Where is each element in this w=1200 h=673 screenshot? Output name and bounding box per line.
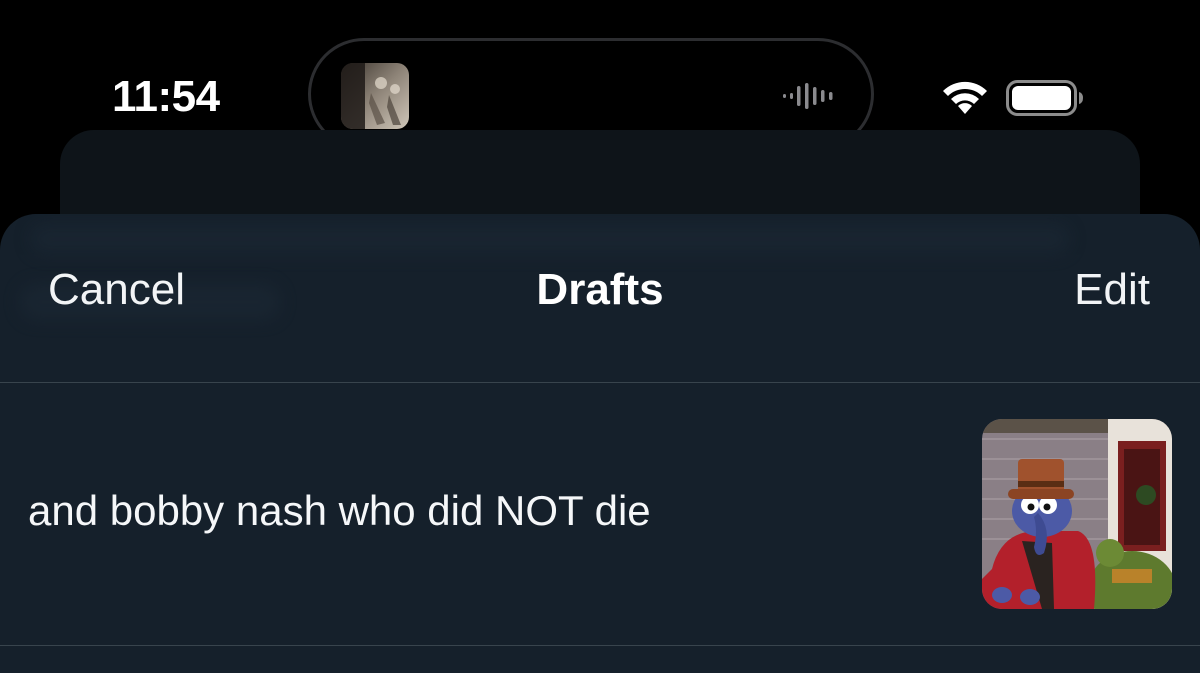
- draft-text: and bobby nash who did NOT die: [28, 487, 651, 534]
- audio-waveform-icon: [781, 81, 841, 111]
- album-art-icon: [341, 63, 409, 129]
- page-title: Drafts: [536, 265, 664, 314]
- draft-list-item[interactable]: and bobby nash who did NOT die: [0, 383, 1200, 645]
- wifi-icon: [940, 78, 990, 116]
- drafts-sheet: Cancel Drafts Edit and bobby nash who di…: [0, 214, 1200, 673]
- edit-button[interactable]: Edit: [1074, 264, 1150, 316]
- gonzo-thumbnail-icon: [982, 419, 1172, 609]
- status-time: 11:54: [112, 72, 220, 121]
- battery-icon: [1006, 80, 1086, 116]
- sheet-header: Cancel Drafts Edit: [0, 214, 1200, 382]
- row-divider: [0, 645, 1200, 646]
- phone-screen: 11:54 Cancel Drafts Edit and bobby nash …: [0, 0, 1200, 673]
